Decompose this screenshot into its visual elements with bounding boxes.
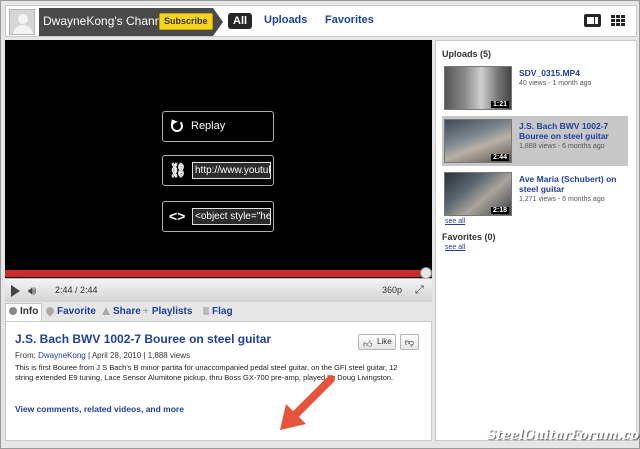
play-icon[interactable] [11,285,20,297]
heart-icon [44,305,56,317]
like-label: Like [377,337,392,346]
channel-header: DwayneKong's Channel Subscribe All Uploa… [5,5,637,37]
upload-title[interactable]: J.S. Bach BWV 1002-7 Bouree on steel gui… [519,121,627,141]
author-link[interactable]: DwayneKong [38,351,86,360]
tab-info-label: Info [20,306,39,317]
upload-meta: 1,888 views - 6 months ago [519,143,605,150]
more-link[interactable]: View comments, related videos, and more [15,404,184,414]
thumbnail-duration: 2:18 [490,207,509,214]
from-label: From: [15,351,36,360]
tab-favorite-label: Favorite [57,306,96,317]
fullscreen-icon[interactable]: ⤢ [415,284,424,297]
forum-watermark: SteelGuitarForum.com [487,428,640,443]
thumbs-up-icon: 👍︎ [363,339,373,349]
subscribe-button[interactable]: Subscribe [159,13,213,30]
list-item[interactable]: 1:21 SDV_0315.MP4 40 views - 1 month ago [442,63,628,113]
embed-icon: <> [169,208,186,224]
tab-playlists-label: Playlists [151,306,193,317]
tab-uploads[interactable]: Uploads [264,14,307,26]
info-icon [9,307,17,315]
favorites-see-all-link[interactable]: see all [445,244,465,251]
tab-info[interactable]: Info [9,306,38,317]
red-arrow-annotation-icon [280,375,335,430]
info-tabs: Info Favorite Share + Playlists Flag [5,303,432,322]
avatar-head-shape [18,14,28,24]
tab-share-label: Share [113,306,141,317]
video-meta: From: DwayneKong | April 28, 2010 | 1,88… [15,351,190,360]
thumbnail-duration: 1:21 [490,101,509,108]
tab-favorite[interactable]: Favorite [44,305,96,317]
progress-bar[interactable] [5,270,432,277]
share-url-field[interactable]: http://www.youtub [192,162,271,179]
tab-flag-label: Flag [212,306,233,317]
plus-icon: + [143,306,149,317]
channel-title-box: DwayneKong's Channel Subscribe [39,8,223,36]
video-thumbnail[interactable]: 2:18 [444,172,512,216]
video-info-panel: J.S. Bach BWV 1002-7 Bouree on steel gui… [5,321,432,441]
embed-code-field[interactable]: <object style="hei [192,208,271,225]
video-title[interactable]: J.S. Bach BWV 1002-7 Bouree on steel gui… [15,332,271,346]
player-controls: 🔊︎ 2:44 / 2:44 360p ⤢ [5,278,432,302]
upload-date: April 28, 2010 [91,351,142,360]
video-thumbnail[interactable]: 1:21 [444,66,512,110]
link-icon: ⛓ [169,162,187,178]
upload-meta: 40 views - 1 month ago [519,80,592,87]
upload-meta: 1,271 views - 6 months ago [519,196,605,203]
upload-title[interactable]: SDV_0315.MP4 [519,68,627,78]
thumbs-down-icon: 👎︎ [404,337,415,347]
replay-button[interactable]: Replay [162,111,274,142]
flag-icon [203,307,209,315]
list-item[interactable]: 2:18 Ave Maria (Schubert) on steel guita… [442,169,628,219]
replay-label: Replay [191,120,226,132]
uploads-heading: Uploads (5) [442,49,492,59]
volume-icon[interactable]: 🔊︎ [28,283,36,298]
upload-title[interactable]: Ave Maria (Schubert) on steel guitar [519,174,627,194]
thumbnail-duration: 2:44 [490,154,509,161]
avatar-body-shape [13,25,33,34]
replay-icon [171,120,183,132]
video-thumbnail[interactable]: 2:44 [444,119,512,163]
list-item[interactable]: 2:44 J.S. Bach BWV 1002-7 Bouree on stee… [442,116,628,166]
video-player[interactable]: Replay ⛓ http://www.youtub <> <object st… [5,40,432,302]
uploads-see-all-link[interactable]: see all [445,218,465,225]
dislike-button[interactable]: 👎︎ [400,334,419,350]
avatar[interactable] [9,9,35,35]
embed-code-box: <> <object style="hei [162,201,274,232]
share-url-box: ⛓ http://www.youtub [162,155,274,186]
favorites-heading: Favorites (0) [442,232,496,242]
tab-share[interactable]: Share [102,306,141,317]
video-description: This is first Bouree from J S Bach's B m… [15,363,398,382]
quality-selector[interactable]: 360p [382,285,402,295]
channel-frame: DwayneKong's Channel Subscribe All Uploa… [0,0,640,449]
grid-view-icon[interactable] [610,14,627,27]
channel-sidebar: Uploads (5) 1:21 SDV_0315.MP4 40 views -… [435,40,637,441]
share-icon [102,307,110,315]
time-display: 2:44 / 2:44 [55,285,98,295]
tab-favorites[interactable]: Favorites [325,14,374,26]
tab-all[interactable]: All [228,13,253,29]
player-view-icon[interactable] [584,14,601,27]
like-button[interactable]: 👍︎ Like [358,334,396,350]
view-count: 1,888 views [147,351,190,360]
tab-playlists[interactable]: + Playlists [143,306,192,317]
tab-flag[interactable]: Flag [203,306,233,317]
channel-name[interactable]: DwayneKong's Channel [43,14,171,28]
